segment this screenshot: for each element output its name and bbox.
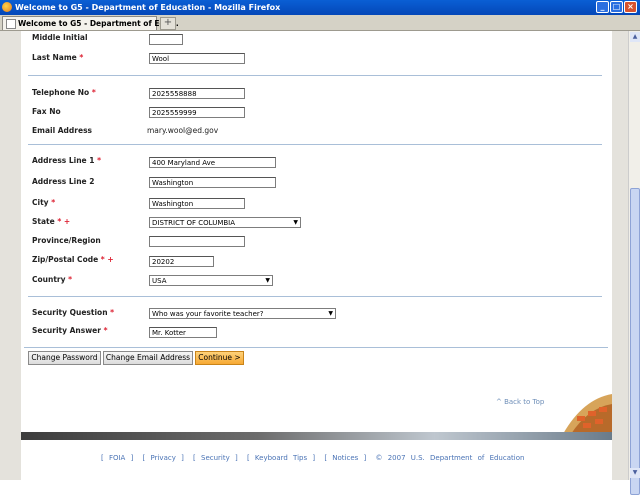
footer-link-security[interactable]: [ Security ] [193,454,238,462]
email-value: mary.wool@ed.gov [147,126,219,135]
country-select[interactable]: USA ▼ [149,275,273,286]
dropdown-arrow-icon: ▼ [265,277,270,284]
email-label: Email Address [32,126,93,135]
scrollbar-thumb[interactable] [630,188,640,495]
footer-link-privacy[interactable]: [ Privacy ] [143,454,184,462]
tab-label: Welcome to G5 - Department of Edu... [18,19,179,28]
address2-label: Address Line 2 [32,177,95,186]
page-content: Middle Initial Last Name * Wool Telephon… [21,31,612,480]
state-label: State * + [32,217,71,226]
change-password-button[interactable]: Change Password [28,351,101,365]
window-title: Welcome to G5 - Department of Education … [15,3,281,12]
back-to-top-link[interactable]: ^ Back to Top [496,398,544,406]
city-label: City * [32,198,56,207]
firefox-icon [2,2,12,12]
country-label: Country * [32,275,73,284]
fax-label: Fax No [32,107,61,116]
zip-input[interactable]: 20202 [149,256,214,267]
footer-link-foia[interactable]: [ FOIA ] [101,454,133,462]
address2-input[interactable]: Washington [149,177,276,188]
last-name-label: Last Name * [32,53,84,62]
browser-tab[interactable]: Welcome to G5 - Department of Edu... [2,16,179,30]
page-right-margin [612,31,628,480]
address1-label: Address Line 1 * [32,156,102,165]
state-select[interactable]: DISTRICT OF COLUMBIA ▼ [149,217,301,228]
security-question-label: Security Question * [32,308,115,317]
footer-links: [ FOIA ] [ Privacy ] [ Security ] [ Keyb… [101,454,528,462]
copyright-text: © 2007 U.S. Department of Education [375,454,525,462]
vertical-scrollbar[interactable]: ▲ ▼ [628,31,640,495]
scroll-down-arrow-icon[interactable]: ▼ [630,468,640,478]
footer-bar [21,432,612,440]
province-label: Province/Region [32,236,101,245]
minimize-button[interactable]: _ [596,1,609,13]
footer-link-notices[interactable]: [ Notices ] [324,454,366,462]
footer-link-keyboard-tips[interactable]: [ Keyboard Tips ] [247,454,315,462]
continue-button[interactable]: Continue > [195,351,244,365]
tab-strip: Welcome to G5 - Department of Edu... + [0,15,640,31]
security-answer-label: Security Answer * [32,326,108,335]
section-divider [24,347,608,348]
address1-input[interactable]: 400 Maryland Ave [149,157,276,168]
telephone-input[interactable]: 2025558888 [149,88,245,99]
section-divider [28,296,602,297]
section-divider [28,75,602,76]
city-input[interactable]: Washington [149,198,245,209]
dropdown-arrow-icon: ▼ [328,310,333,317]
page-left-margin [0,31,21,480]
dropdown-arrow-icon: ▼ [293,219,298,226]
security-question-select[interactable]: Who was your favorite teacher? ▼ [149,308,336,319]
close-window-button[interactable]: × [624,1,637,13]
window-titlebar: Welcome to G5 - Department of Education … [0,0,640,15]
section-divider [28,144,602,145]
last-name-input[interactable]: Wool [149,53,245,64]
scroll-up-arrow-icon[interactable]: ▲ [630,32,640,42]
maximize-button[interactable]: □ [610,1,623,13]
telephone-label: Telephone No * [32,88,96,97]
security-answer-input[interactable]: Mr. Kotter [149,327,217,338]
middle-initial-label: Middle Initial [32,33,88,42]
footer-decoration-image [543,394,612,434]
province-input[interactable] [149,236,245,247]
middle-initial-input[interactable] [149,34,183,45]
change-email-button[interactable]: Change Email Address [103,351,193,365]
zip-label: Zip/Postal Code * + [32,255,114,264]
fax-input[interactable]: 2025559999 [149,107,245,118]
new-tab-button[interactable]: + [160,17,176,30]
page-icon [6,19,16,29]
